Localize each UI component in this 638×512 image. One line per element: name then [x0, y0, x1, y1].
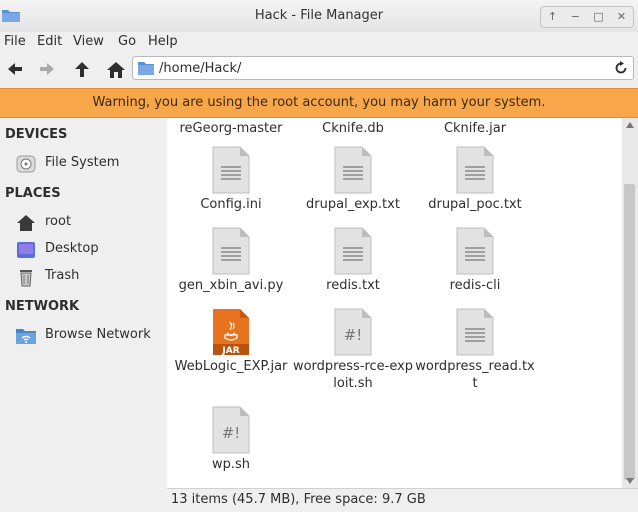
- text-file-icon: [334, 146, 372, 194]
- sidebar-item-root[interactable]: root: [16, 212, 166, 234]
- sidebar-heading-devices: DEVICES: [5, 127, 68, 142]
- maximize-button[interactable]: □: [587, 7, 610, 27]
- status-bar: 13 items (45.7 MB), Free space: 9.7 GB: [167, 488, 638, 512]
- desktop-icon: [17, 242, 35, 258]
- file-item[interactable]: drupal_exp.txt: [292, 146, 414, 213]
- root-warning-banner: Warning, you are using the root account,…: [0, 88, 638, 118]
- file-name: drupal_poc.txt: [428, 197, 522, 212]
- script-badge: #!: [222, 424, 241, 442]
- text-file-icon: [456, 308, 494, 356]
- sidebar-item-desktop[interactable]: Desktop: [16, 239, 166, 261]
- sidebar-item-label: File System: [45, 155, 120, 170]
- menu-view[interactable]: View: [73, 34, 104, 49]
- vertical-scrollbar[interactable]: [622, 118, 638, 488]
- file-item[interactable]: redis.txt: [292, 227, 414, 294]
- drive-icon: [16, 155, 36, 173]
- file-name: Cknife.db: [322, 121, 384, 136]
- network-icon: [16, 329, 36, 344]
- file-item[interactable]: Config.ini: [170, 146, 292, 213]
- location-bar[interactable]: /home/Hack/: [132, 56, 634, 80]
- text-file-icon: [212, 146, 250, 194]
- file-item[interactable]: Cknife.jar: [414, 118, 536, 137]
- file-name: Config.ini: [200, 197, 262, 212]
- sidebar-item-label: root: [45, 214, 72, 229]
- sidebar-item-label: Browse Network: [45, 327, 151, 342]
- script-badge: #!: [344, 326, 363, 344]
- file-item[interactable]: drupal_poc.txt: [414, 146, 536, 213]
- file-item[interactable]: Cknife.db: [292, 118, 414, 137]
- reload-icon[interactable]: [613, 60, 629, 76]
- home-icon[interactable]: [106, 60, 126, 80]
- file-name: wordpress_read.txt: [415, 359, 535, 391]
- file-name: WebLogic_EXP.jar: [174, 359, 288, 374]
- file-name: wp.sh: [211, 457, 251, 472]
- menu-go[interactable]: Go: [118, 34, 136, 49]
- file-item[interactable]: redis-cli: [414, 227, 536, 294]
- sidebar-heading-places: PLACES: [5, 186, 61, 201]
- sidebar-item-file-system[interactable]: File System: [16, 153, 166, 175]
- status-text: 13 items (45.7 MB), Free space: 9.7 GB: [171, 492, 426, 507]
- folder-icon: [138, 62, 154, 75]
- shell-script-icon: #!: [334, 308, 372, 356]
- file-item[interactable]: wordpress_read.txt: [414, 308, 536, 392]
- location-path: /home/Hack/: [159, 61, 242, 76]
- up-arrow-icon[interactable]: [72, 60, 92, 80]
- scroll-thumb[interactable]: [624, 184, 635, 480]
- menu-bar: File Edit View Go Help: [0, 32, 638, 52]
- file-name: redis-cli: [449, 278, 501, 293]
- jar-badge: JAR: [221, 346, 239, 356]
- trash-icon: [20, 270, 32, 287]
- text-file-icon: [334, 227, 372, 275]
- back-arrow-icon[interactable]: [5, 60, 25, 80]
- file-name: drupal_exp.txt: [306, 197, 400, 212]
- sidebar-heading-network: NETWORK: [5, 299, 80, 314]
- shade-button[interactable]: ↑: [541, 7, 564, 27]
- sidebar-item-browse-network[interactable]: Browse Network: [16, 325, 166, 347]
- file-item[interactable]: reGeorg-master: [170, 118, 292, 137]
- text-file-icon: [456, 146, 494, 194]
- close-button[interactable]: ✕: [610, 7, 633, 27]
- shell-script-icon: #!: [212, 406, 250, 454]
- sidebar-item-trash[interactable]: Trash: [16, 266, 166, 288]
- menu-edit[interactable]: Edit: [37, 34, 62, 49]
- text-file-icon: [212, 227, 250, 275]
- file-item[interactable]: JAR WebLogic_EXP.jar: [170, 308, 292, 375]
- window-controls: ↑ − □ ✕: [540, 6, 634, 28]
- text-file-icon: [456, 227, 494, 275]
- title-bar: Hack - File Manager ↑ − □ ✕: [0, 0, 638, 33]
- file-name: reGeorg-master: [179, 121, 283, 136]
- menu-help[interactable]: Help: [148, 34, 178, 49]
- menu-file[interactable]: File: [4, 34, 26, 49]
- home-icon: [17, 215, 35, 231]
- minimize-button[interactable]: −: [564, 7, 587, 27]
- file-name: redis.txt: [326, 278, 380, 293]
- file-name: gen_xbin_avi.py: [178, 278, 284, 293]
- sidebar-item-label: Desktop: [45, 241, 99, 256]
- java-jar-icon: JAR: [213, 309, 249, 356]
- file-name: Cknife.jar: [443, 121, 507, 136]
- sidebar-item-label: Trash: [45, 268, 80, 283]
- file-view: reGeorg-master Cknife.db Cknife.jar Conf…: [167, 118, 622, 488]
- file-item[interactable]: #! wordpress-rce-exploit.sh: [292, 308, 414, 392]
- file-item[interactable]: #! wp.sh: [170, 406, 292, 473]
- scroll-up-icon[interactable]: [626, 122, 634, 128]
- file-item[interactable]: gen_xbin_avi.py: [170, 227, 292, 294]
- forward-arrow-icon[interactable]: [37, 60, 57, 80]
- sidebar: DEVICES File System PLACES root Desktop …: [0, 118, 167, 512]
- scroll-down-icon[interactable]: [626, 478, 634, 484]
- file-name: wordpress-rce-exploit.sh: [292, 359, 414, 391]
